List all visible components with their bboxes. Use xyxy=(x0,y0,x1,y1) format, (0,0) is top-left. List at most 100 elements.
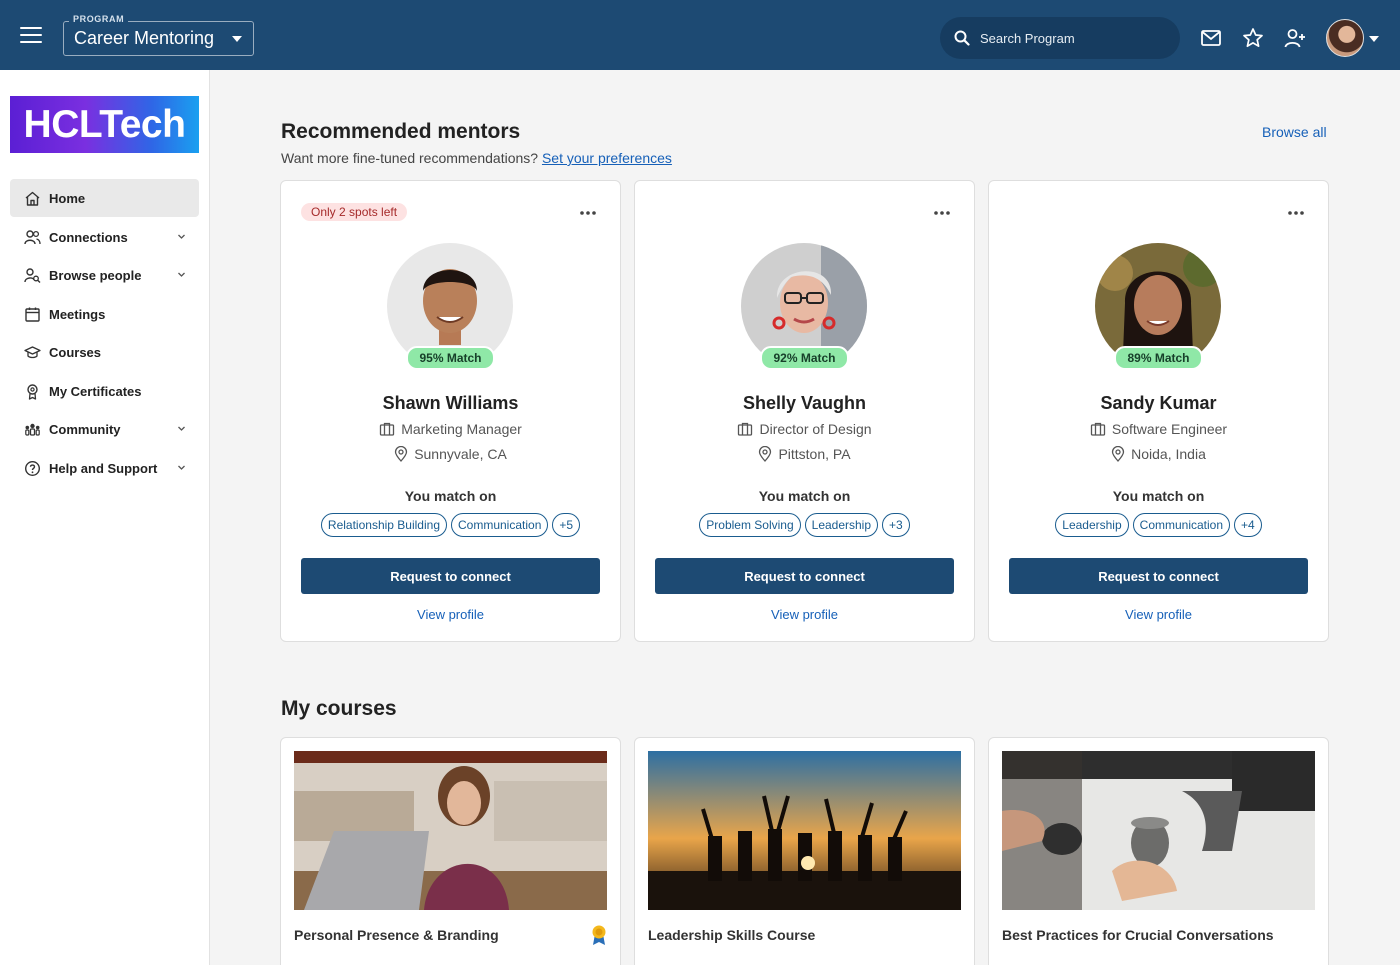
sidebar: HCLTech Home Connections Browse people M… xyxy=(0,70,210,965)
chevron-down-icon[interactable] xyxy=(1369,36,1379,42)
mentor-title-row: Director of Design xyxy=(635,421,974,437)
sidebar-item-my-certificates[interactable]: My Certificates xyxy=(10,372,199,410)
request-to-connect-button[interactable]: Request to connect xyxy=(655,558,954,594)
mentor-name[interactable]: Shawn Williams xyxy=(281,393,620,414)
match-badge-wrap: 89% Match xyxy=(989,346,1328,370)
skill-tags: Problem Solving Leadership +3 xyxy=(635,513,974,537)
mentor-card: Only 2 spots left 95% Match Shawn Willia… xyxy=(280,180,621,642)
help-icon xyxy=(24,460,41,476)
set-preferences-link[interactable]: Set your preferences xyxy=(542,150,672,166)
mentor-card: 92% Match Shelly Vaughn Director of Desi… xyxy=(634,180,975,642)
recommendations-subtitle: Want more fine-tuned recommendations? Se… xyxy=(281,150,672,166)
course-image[interactable] xyxy=(648,751,961,910)
add-user-icon[interactable] xyxy=(1284,27,1306,49)
award-badge-icon xyxy=(592,925,606,945)
sidebar-item-meetings[interactable]: Meetings xyxy=(10,295,199,333)
mentor-name[interactable]: Sandy Kumar xyxy=(989,393,1328,414)
course-card[interactable]: Best Practices for Crucial Conversations xyxy=(988,737,1329,965)
sidebar-item-home[interactable]: Home xyxy=(10,179,199,217)
mentor-title: Software Engineer xyxy=(1111,421,1228,437)
you-match-on-label: You match on xyxy=(1112,488,1205,504)
match-badge: 92% Match xyxy=(760,346,849,370)
course-card[interactable]: Leadership Skills Course xyxy=(634,737,975,965)
top-bar: Career Mentoring PROGRAM xyxy=(0,0,1400,70)
sidebar-item-label: Help and Support xyxy=(49,460,158,476)
mentor-name[interactable]: Shelly Vaughn xyxy=(635,393,974,414)
sidebar-item-community[interactable]: Community xyxy=(10,410,199,448)
briefcase-icon xyxy=(738,422,753,436)
skill-tag[interactable]: Communication xyxy=(451,513,549,537)
course-title: Best Practices for Crucial Conversations xyxy=(1002,927,1274,943)
sidebar-item-label: Community xyxy=(49,422,121,437)
course-card[interactable]: Personal Presence & Branding xyxy=(280,737,621,965)
sidebar-item-browse-people[interactable]: Browse people xyxy=(10,256,199,294)
you-match-on-label: You match on xyxy=(404,488,497,504)
mentor-location-row: Sunnyvale, CA xyxy=(281,445,620,462)
search-bar[interactable] xyxy=(940,17,1180,59)
request-to-connect-button[interactable]: Request to connect xyxy=(1009,558,1308,594)
home-icon xyxy=(25,191,40,206)
sidebar-item-label: Connections xyxy=(49,229,128,245)
skill-tag[interactable]: Leadership xyxy=(1055,513,1129,537)
more-options-icon[interactable] xyxy=(578,203,598,223)
briefcase-icon xyxy=(380,422,395,436)
location-pin-icon xyxy=(1111,445,1125,462)
chevron-down-icon xyxy=(178,272,185,277)
location-pin-icon xyxy=(759,445,772,462)
browse-all-link[interactable]: Browse all xyxy=(1262,124,1327,140)
skill-tags: Relationship Building Communication +5 xyxy=(281,513,620,537)
view-profile-link[interactable]: View profile xyxy=(989,607,1328,622)
sidebar-item-courses[interactable]: Courses xyxy=(10,333,199,371)
course-image[interactable] xyxy=(1002,751,1315,910)
mail-icon[interactable] xyxy=(1200,27,1222,49)
mentor-location: Noida, India xyxy=(1131,446,1206,462)
star-icon[interactable] xyxy=(1242,27,1264,49)
chevron-down-icon xyxy=(178,465,185,470)
search-input[interactable] xyxy=(980,17,1170,59)
browse-people-icon xyxy=(24,268,41,283)
program-selector[interactable]: Career Mentoring xyxy=(63,21,254,56)
mentor-title-row: Software Engineer xyxy=(989,421,1328,437)
sidebar-item-label: Courses xyxy=(49,345,102,360)
connections-icon xyxy=(24,229,41,244)
skill-tag[interactable]: Problem Solving xyxy=(699,513,801,537)
mentor-location: Sunnyvale, CA xyxy=(414,446,507,462)
search-icon xyxy=(954,30,970,46)
sidebar-item-connections[interactable]: Connections xyxy=(10,218,199,256)
more-options-icon[interactable] xyxy=(1286,203,1306,223)
you-match-on-label: You match on xyxy=(758,488,851,504)
course-title: Leadership Skills Course xyxy=(648,927,816,943)
more-skills-tag[interactable]: +4 xyxy=(1234,513,1262,537)
mentor-location: Pittston, PA xyxy=(778,446,851,462)
sidebar-item-label: Meetings xyxy=(49,306,106,322)
mentor-title-row: Marketing Manager xyxy=(281,421,620,437)
skill-tag[interactable]: Leadership xyxy=(804,513,879,537)
mentor-location-row: Pittston, PA xyxy=(635,445,974,462)
chevron-down-icon xyxy=(178,234,185,239)
subtitle-text: Want more fine-tuned recommendations? xyxy=(281,150,539,166)
match-badge-wrap: 95% Match xyxy=(281,346,620,370)
hcltech-logo: HCLTech xyxy=(10,96,199,153)
avatar[interactable] xyxy=(1326,19,1364,57)
more-skills-tag[interactable]: +3 xyxy=(882,513,910,537)
menu-icon[interactable] xyxy=(20,27,42,43)
skill-tag[interactable]: Communication xyxy=(1132,513,1231,537)
skill-tag[interactable]: Relationship Building xyxy=(320,513,447,537)
mentor-card: 89% Match Sandy Kumar Software Engineer … xyxy=(988,180,1329,642)
match-badge: 95% Match xyxy=(406,346,495,370)
view-profile-link[interactable]: View profile xyxy=(635,607,974,622)
sidebar-item-label: Home xyxy=(49,191,86,206)
match-badge: 89% Match xyxy=(1114,346,1203,370)
more-options-icon[interactable] xyxy=(932,203,952,223)
spots-left-badge: Only 2 spots left xyxy=(301,203,408,221)
request-to-connect-button[interactable]: Request to connect xyxy=(301,558,600,594)
certificate-icon xyxy=(27,383,38,400)
view-profile-link[interactable]: View profile xyxy=(281,607,620,622)
skill-tags: Leadership Communication +4 xyxy=(989,513,1328,537)
briefcase-icon xyxy=(1090,422,1106,436)
sidebar-item-label: Browse people xyxy=(49,268,142,283)
more-skills-tag[interactable]: +5 xyxy=(552,513,581,537)
chevron-down-icon xyxy=(178,426,185,431)
course-image[interactable] xyxy=(294,751,607,910)
sidebar-item-help-and-support[interactable]: Help and Support xyxy=(10,449,199,487)
